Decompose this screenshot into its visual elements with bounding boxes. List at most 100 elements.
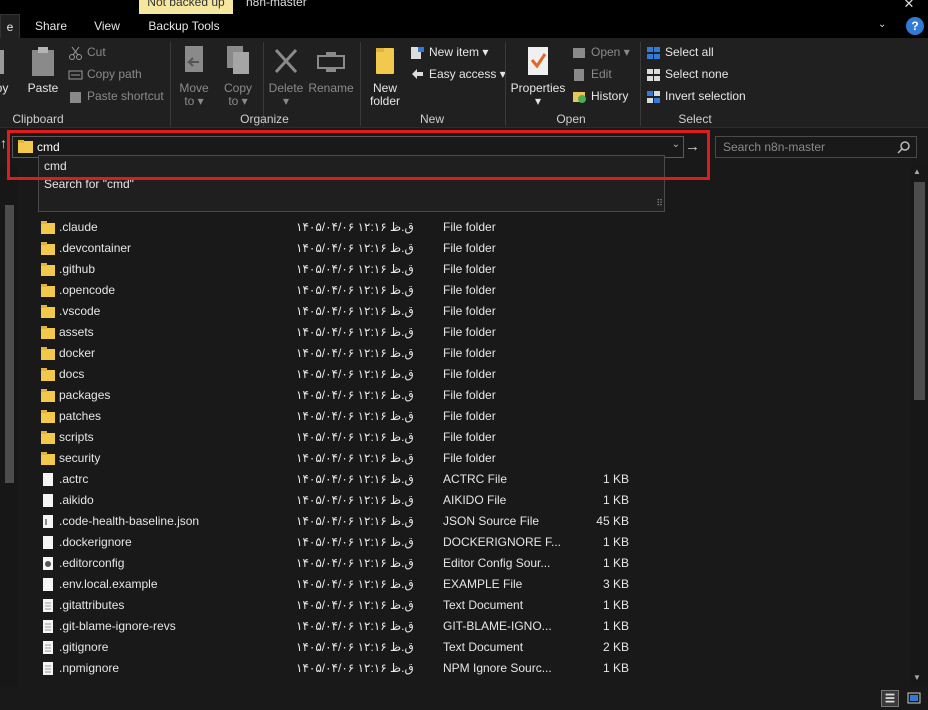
select-all-button[interactable]: Select all (646, 42, 714, 62)
copy-label: py (0, 81, 9, 95)
file-row[interactable]: .npmignore ۱۴۰۵/۰۴/۰۶ ق.ظ ۱۲:۱۶ NPM Ignore… (38, 658, 638, 679)
file-name: packages (59, 388, 111, 402)
go-arrow-icon[interactable]: → (685, 138, 700, 155)
select-none-button[interactable]: Select none (646, 64, 728, 84)
paste-shortcut-button[interactable]: Paste shortcut (68, 86, 164, 106)
json-file-icon (43, 515, 53, 528)
file-row[interactable]: patches ۱۴۰۵/۰۴/۰۶ ق.ظ ۱۲:۱۶ File folder (38, 406, 638, 427)
suggestion-item[interactable]: Search for "cmd" (44, 177, 134, 191)
cut-button[interactable]: Cut (68, 42, 106, 62)
nav-pane-scroll-thumb[interactable] (5, 205, 14, 483)
history-icon (573, 91, 586, 103)
details-view-icon[interactable] (881, 690, 899, 707)
history-button[interactable]: History (572, 86, 628, 106)
file-row[interactable]: docs ۱۴۰۵/۰۴/۰۶ ق.ظ ۱۲:۱۶ File folder (38, 364, 638, 385)
file-type: File folder (443, 220, 496, 234)
new-folder-button[interactable]: New folder (364, 44, 406, 108)
rename-label: Rename (308, 81, 354, 95)
invert-selection-icon (647, 90, 660, 103)
vertical-scroll-thumb[interactable] (914, 182, 925, 400)
tab-share[interactable]: Share (30, 14, 72, 38)
search-input[interactable] (723, 139, 893, 155)
copy-button[interactable]: py (0, 44, 14, 95)
new-item-icon (411, 46, 424, 59)
invert-selection-button[interactable]: Invert selection (646, 86, 746, 106)
file-row[interactable]: .gitignore ۱۴۰۵/۰۴/۰۶ ق.ظ ۱۲:۱۶ Text Docum… (38, 637, 638, 658)
select-all-icon (647, 46, 660, 59)
file-row[interactable]: scripts ۱۴۰۵/۰۴/۰۶ ق.ظ ۱۲:۱۶ File folder (38, 427, 638, 448)
copy-to-button[interactable]: Copy to ▾ (220, 44, 256, 108)
delete-button[interactable]: Delete ▾ (266, 44, 306, 108)
tab-backup-tools[interactable]: Backup Tools (142, 14, 226, 38)
context-tab-backup[interactable]: Not backed up (139, 0, 233, 14)
open-button[interactable]: Open ▾ (572, 42, 630, 62)
file-row[interactable]: .claude ۱۴۰۵/۰۴/۰۶ ق.ظ ۱۲:۱۶ File folder (38, 217, 638, 238)
rename-button[interactable]: Rename (308, 44, 354, 95)
easy-access-button[interactable]: Easy access ▾ (410, 64, 506, 84)
file-name: .github (59, 262, 96, 276)
file-row[interactable]: .gitattributes ۱۴۰۵/۰۴/۰۶ ق.ظ ۱۲:۱۶ Text D… (38, 595, 638, 616)
file-row[interactable]: assets ۱۴۰۵/۰۴/۰۶ ق.ظ ۱۲:۱۶ File folder (38, 322, 638, 343)
move-to-button[interactable]: Move to ▾ (176, 44, 212, 108)
help-icon[interactable]: ? (906, 17, 924, 35)
large-icons-view-icon[interactable] (905, 690, 923, 707)
easy-access-label: Easy access (429, 67, 497, 81)
file-date: ۱۴۰۵/۰۴/۰۶ ق.ظ ۱۲:۱۶ (296, 619, 414, 633)
new-folder-label-1: New (372, 81, 397, 95)
scroll-up-icon[interactable]: ▲ (913, 167, 921, 176)
copy-path-button[interactable]: Copy path (68, 64, 142, 84)
new-item-button[interactable]: New item ▾ (410, 42, 488, 62)
text-file-icon (43, 599, 53, 612)
chevron-down-icon[interactable]: ⌄ (878, 19, 886, 30)
scroll-down-icon[interactable]: ▼ (913, 673, 921, 682)
file-size: 1 KB (602, 556, 629, 570)
properties-button[interactable]: Properties ▾ (508, 44, 568, 108)
address-dropdown-icon[interactable]: ⌄ (672, 139, 680, 150)
file-row[interactable]: security ۱۴۰۵/۰۴/۰۶ ق.ظ ۱۲:۱۶ File folder (38, 448, 638, 469)
file-row[interactable]: .actrc ۱۴۰۵/۰۴/۰۶ ق.ظ ۱۲:۱۶ ACTRC File 1 KB (38, 469, 638, 490)
file-row[interactable]: docker ۱۴۰۵/۰۴/۰۶ ق.ظ ۱۲:۱۶ File folder (38, 343, 638, 364)
search-box[interactable] (715, 136, 917, 158)
file-row[interactable]: .code-health-baseline.json ۱۴۰۵/۰۴/۰۶ ق.ظ… (38, 511, 638, 532)
file-name: .actrc (59, 472, 89, 486)
file-row[interactable]: .git-blame-ignore-revs ۱۴۰۵/۰۴/۰۶ ق.ظ ۱۲:… (38, 616, 638, 637)
address-input[interactable] (37, 139, 637, 155)
file-name: .env.local.example (59, 577, 158, 591)
file-size: 2 KB (602, 640, 629, 654)
file-row[interactable]: .vscode ۱۴۰۵/۰۴/۰۶ ق.ظ ۱۲:۱۶ File folder (38, 301, 638, 322)
file-row[interactable]: .editorconfig ۱۴۰۵/۰۴/۰۶ ق.ظ ۱۲:۱۶ Editor … (38, 553, 638, 574)
properties-label: Properties (510, 81, 566, 95)
suggestion-item[interactable]: cmd (44, 159, 67, 173)
delete-x-icon (274, 48, 298, 74)
invert-selection-label: Invert selection (665, 89, 746, 103)
folder-icon (41, 452, 55, 465)
file-row[interactable]: .dockerignore ۱۴۰۵/۰۴/۰۶ ق.ظ ۱۲:۱۶ DOCKERI… (38, 532, 638, 553)
file-name: assets (59, 325, 94, 339)
file-name: .claude (59, 220, 98, 234)
file-name: docker (59, 346, 96, 360)
file-size: 1 KB (602, 535, 629, 549)
ribbon-separator (640, 42, 641, 126)
file-row[interactable]: packages ۱۴۰۵/۰۴/۰۶ ق.ظ ۱۲:۱۶ File folder (38, 385, 638, 406)
resize-grip-icon[interactable]: ⠿ (656, 198, 663, 209)
folder-icon (41, 326, 55, 339)
file-date: ۱۴۰۵/۰۴/۰۶ ق.ظ ۱۲:۱۶ (296, 472, 414, 486)
file-row[interactable]: .github ۱۴۰۵/۰۴/۰۶ ق.ظ ۱۲:۱۶ File folder (38, 259, 638, 280)
search-icon[interactable] (897, 140, 911, 154)
file-row[interactable]: .devcontainer ۱۴۰۵/۰۴/۰۶ ق.ظ ۱۲:۱۶ File fo… (38, 238, 638, 259)
file-row[interactable]: .opencode ۱۴۰۵/۰۴/۰۶ ق.ظ ۱۲:۱۶ File folder (38, 280, 638, 301)
file-row[interactable]: .env.local.example ۱۴۰۵/۰۴/۰۶ ق.ظ ۱۲:۱۶ EX… (38, 574, 638, 595)
tab-home[interactable]: e (0, 14, 20, 38)
file-row[interactable]: .aikido ۱۴۰۵/۰۴/۰۶ ق.ظ ۱۲:۱۶ AIKIDO File 1 … (38, 490, 638, 511)
edit-button[interactable]: Edit (572, 64, 612, 84)
up-arrow-icon[interactable]: ↑ (0, 135, 7, 151)
paste-button[interactable]: Paste (26, 44, 60, 95)
file-date: ۱۴۰۵/۰۴/۰۶ ق.ظ ۱۲:۱۶ (296, 493, 414, 507)
tab-view[interactable]: View (86, 14, 128, 38)
file-type: File folder (443, 367, 496, 381)
folder-icon (41, 389, 55, 402)
file-type: NPM Ignore Sourc... (443, 661, 552, 675)
close-window-button[interactable]: ✕ (890, 0, 928, 14)
file-icon (43, 494, 53, 507)
group-label-new: New (419, 112, 444, 126)
